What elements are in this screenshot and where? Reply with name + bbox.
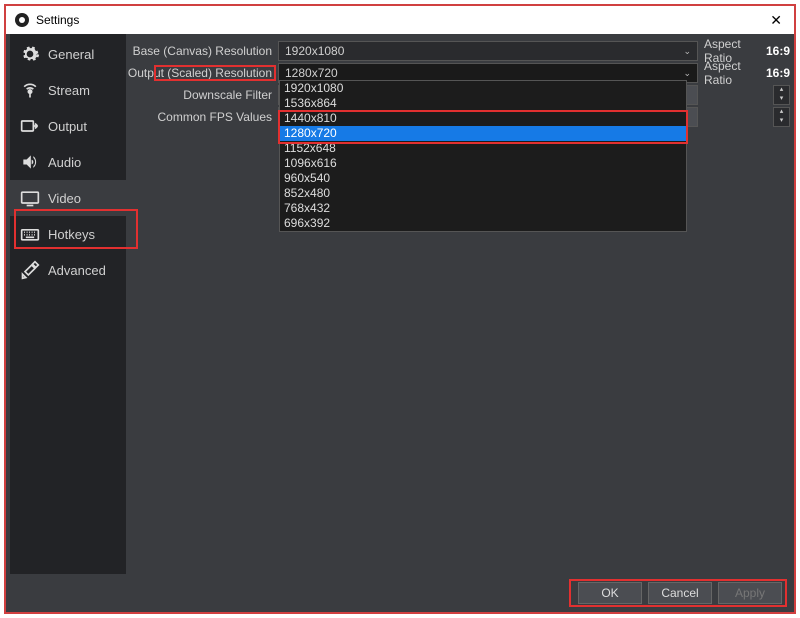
base-resolution-combo[interactable]: 1920x1080 ⌄ <box>278 41 698 61</box>
sidebar-item-audio[interactable]: Audio <box>10 144 126 180</box>
sidebar-item-hotkeys[interactable]: Hotkeys <box>10 216 126 252</box>
dropdown-option[interactable]: 1440x810 <box>280 111 686 126</box>
chevron-down-icon: ⌄ <box>683 68 691 79</box>
dropdown-option[interactable]: 696x392 <box>280 216 686 231</box>
dropdown-option[interactable]: 1920x1080 <box>280 81 686 96</box>
sidebar: General Stream Output Audio Video Hotkey… <box>10 34 126 574</box>
aspect-ratio-output: Aspect Ratio 16:9 <box>698 59 790 87</box>
dropdown-option[interactable]: 1152x648 <box>280 141 686 156</box>
base-resolution-value: 1920x1080 <box>285 44 344 58</box>
cancel-button[interactable]: Cancel <box>648 582 712 604</box>
resolution-dropdown[interactable]: 1920x10801536x8641440x8101280x7201152x64… <box>279 80 687 232</box>
output-resolution-value: 1280x720 <box>285 66 338 80</box>
sidebar-item-label: Output <box>48 119 87 134</box>
sidebar-item-label: Hotkeys <box>48 227 95 242</box>
output-resolution-label: Output (Scaled) Resolution <box>126 66 278 80</box>
sidebar-item-label: Stream <box>48 83 90 98</box>
dropdown-option[interactable]: 768x432 <box>280 201 686 216</box>
close-button[interactable]: ✕ <box>766 10 786 31</box>
stepper[interactable]: ▴▾ <box>773 85 790 105</box>
stream-icon <box>20 80 40 100</box>
sidebar-item-advanced[interactable]: Advanced <box>10 252 126 288</box>
dropdown-option[interactable]: 852x480 <box>280 186 686 201</box>
video-icon <box>20 188 40 208</box>
ok-button[interactable]: OK <box>578 582 642 604</box>
settings-panel-video: Base (Canvas) Resolution 1920x1080 ⌄ Asp… <box>126 34 790 574</box>
dropdown-option[interactable]: 1536x864 <box>280 96 686 111</box>
sidebar-item-video[interactable]: Video <box>10 180 126 216</box>
dialog-footer: OK Cancel Apply <box>10 578 790 608</box>
dropdown-option[interactable]: 1096x616 <box>280 156 686 171</box>
app-icon <box>14 12 30 28</box>
sidebar-item-label: Video <box>48 191 81 206</box>
fps-label: Common FPS Values <box>126 110 278 124</box>
audio-icon <box>20 152 40 172</box>
sidebar-item-stream[interactable]: Stream <box>10 72 126 108</box>
dropdown-option[interactable]: 960x540 <box>280 171 686 186</box>
dropdown-option[interactable]: 1280x720 <box>280 126 686 141</box>
sidebar-item-label: Advanced <box>48 263 106 278</box>
chevron-down-icon: ⌄ <box>683 46 691 57</box>
sidebar-item-output[interactable]: Output <box>10 108 126 144</box>
downscale-filter-label: Downscale Filter <box>126 88 278 102</box>
sidebar-item-label: General <box>48 47 94 62</box>
window-title: Settings <box>36 13 79 27</box>
tools-icon <box>20 260 40 280</box>
sidebar-item-label: Audio <box>48 155 81 170</box>
output-icon <box>20 116 40 136</box>
apply-button[interactable]: Apply <box>718 582 782 604</box>
settings-window: Settings ✕ General Stream Output Audio <box>4 4 796 614</box>
gear-icon <box>20 44 40 64</box>
stepper[interactable]: ▴▾ <box>773 107 790 127</box>
keyboard-icon <box>20 224 40 244</box>
sidebar-item-general[interactable]: General <box>10 36 126 72</box>
base-resolution-label: Base (Canvas) Resolution <box>126 44 278 58</box>
titlebar: Settings ✕ <box>6 6 794 34</box>
